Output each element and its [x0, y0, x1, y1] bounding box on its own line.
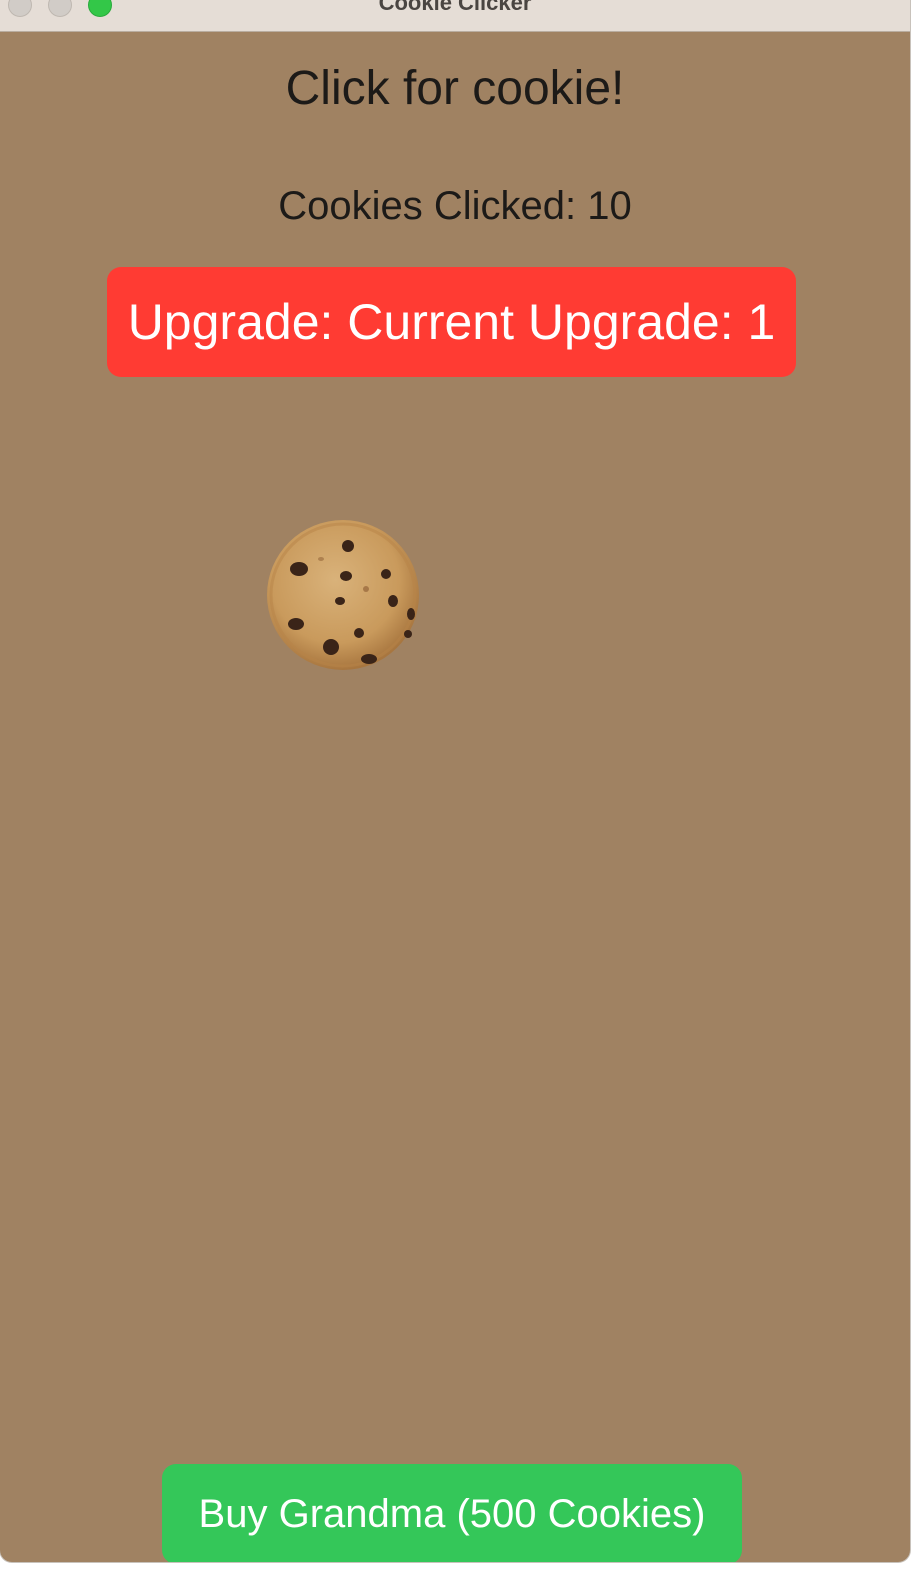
- title-bar[interactable]: Cookie Clicker: [0, 0, 910, 32]
- window-title: Cookie Clicker: [378, 0, 532, 15]
- upgrade-button[interactable]: Upgrade: Current Upgrade: 1: [107, 267, 796, 377]
- page-title: Click for cookie!: [285, 62, 625, 115]
- cookie-icon[interactable]: [266, 519, 420, 671]
- cookie-counter: Cookies Clicked: 10: [278, 184, 632, 228]
- app-window: Cookie Clicker Click for cookie! Cookies…: [0, 0, 910, 1562]
- buy-grandma-button[interactable]: Buy Grandma (500 Cookies): [162, 1464, 742, 1562]
